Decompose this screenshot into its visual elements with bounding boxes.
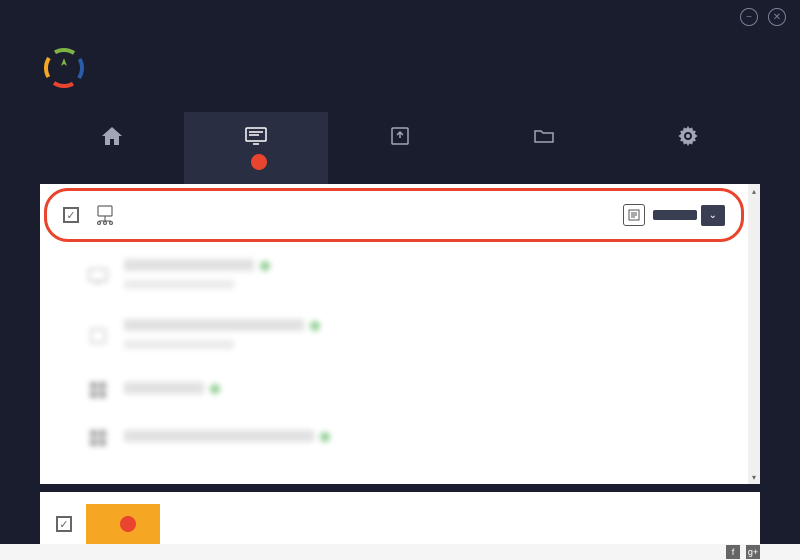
network-icon — [93, 203, 117, 227]
scroll-down-button[interactable]: ▾ — [748, 470, 760, 484]
driver-row — [40, 306, 748, 366]
app-logo — [40, 44, 88, 92]
googleplus-icon[interactable]: g+ — [746, 545, 760, 559]
driver-name — [124, 259, 254, 271]
driver-status — [124, 280, 234, 289]
driver-name — [124, 430, 314, 442]
tab-home[interactable] — [40, 112, 184, 184]
download-install-button[interactable] — [86, 504, 160, 544]
windows-icon — [86, 426, 110, 450]
driver-row — [40, 246, 748, 306]
display-icon — [86, 264, 110, 288]
tab-backup[interactable] — [328, 112, 472, 184]
driver-row — [40, 366, 748, 414]
close-button[interactable]: ✕ — [768, 8, 786, 26]
driver-checkbox[interactable]: ✓ — [63, 207, 79, 223]
app-header — [0, 34, 800, 112]
driver-status — [124, 340, 234, 349]
select-all-checkbox[interactable]: ✓ — [56, 516, 72, 532]
status-dot-icon — [310, 321, 320, 331]
tab-restore[interactable] — [472, 112, 616, 184]
status-dot-icon — [210, 384, 220, 394]
driver-row-highlighted: ✓ ⌄ — [44, 188, 744, 242]
bottombar: f g+ — [0, 544, 800, 560]
window-topbar: − ✕ — [0, 0, 800, 34]
facebook-icon[interactable]: f — [726, 545, 740, 559]
driver-name — [124, 382, 204, 394]
scroll-up-button[interactable]: ▴ — [748, 184, 760, 198]
gear-icon — [676, 126, 700, 146]
folder-icon — [532, 126, 556, 146]
driver-row — [40, 414, 748, 462]
driver-details-button[interactable] — [623, 204, 645, 226]
update-dropdown-button[interactable]: ⌄ — [701, 205, 725, 226]
driver-info — [131, 214, 609, 216]
minimize-button[interactable]: − — [740, 8, 758, 26]
windows-icon — [86, 378, 110, 402]
backup-icon — [388, 126, 412, 146]
status-dot-icon — [260, 261, 270, 271]
update-button[interactable] — [653, 210, 697, 220]
updates-badge — [251, 154, 267, 170]
home-icon — [100, 126, 124, 146]
scrollbar[interactable]: ▴ ▾ — [748, 184, 760, 484]
monitor-icon — [244, 126, 268, 146]
tab-settings[interactable] — [616, 112, 760, 184]
status-dot-icon — [320, 432, 330, 442]
audio-icon — [86, 324, 110, 348]
download-badge — [120, 516, 136, 532]
main-tabs — [0, 112, 800, 184]
driver-name — [124, 319, 304, 331]
tab-driver-updates[interactable] — [184, 112, 328, 184]
driver-list-panel: ✓ ⌄ — [40, 184, 760, 484]
